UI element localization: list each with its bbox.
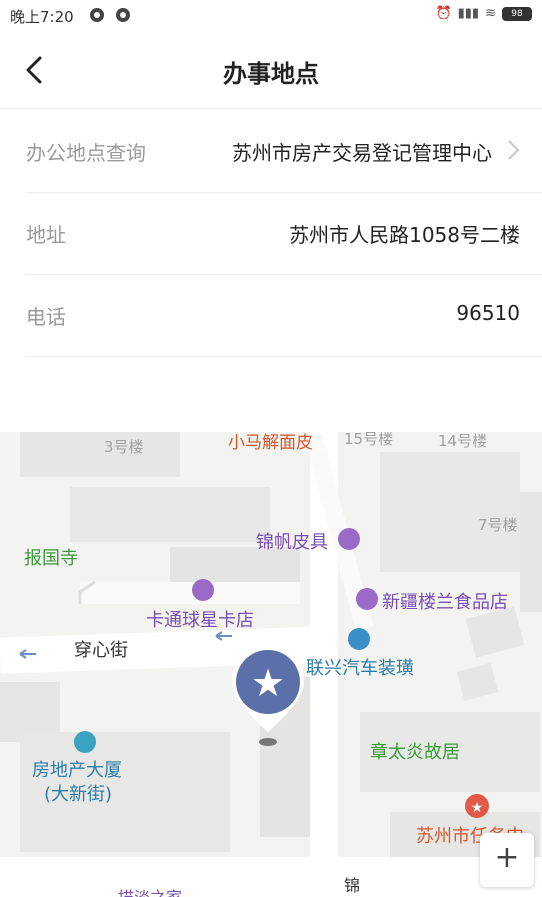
page-title: 办事地点	[223, 60, 319, 88]
map-poi-label[interactable]: 房地产大厦	[32, 756, 122, 782]
office-location-row[interactable]: 办公地点查询 苏州市房产交易登记管理中心	[26, 110, 542, 193]
signal-icon: ▮▮▮	[457, 6, 480, 21]
phone-value: 96510	[456, 301, 520, 325]
phone-row[interactable]: 电话 96510	[26, 274, 542, 357]
chevron-right-icon	[508, 140, 520, 160]
status-time: 晚上7:20	[10, 8, 74, 26]
map-poi-label[interactable]: 描淡之家	[118, 884, 182, 897]
notification-icon	[90, 8, 104, 22]
office-location-label: 办公地点查询	[26, 141, 146, 165]
alarm-icon: ⏰	[435, 6, 452, 21]
svg-text:★: ★	[471, 800, 484, 816]
map-view[interactable]: ★ ★ 3号楼 小马解面皮 15号楼 14号楼 7号楼 报国寺 锦帆皮具 新疆楼…	[0, 432, 542, 897]
map-street-label: 穿心街	[74, 640, 128, 661]
map-poi-label[interactable]: 联兴汽车装璜	[306, 654, 414, 680]
map-poi-label[interactable]: (大新街)	[44, 780, 112, 806]
map-poi-label[interactable]: 小马解面皮	[228, 432, 313, 453]
status-bar: 晚上7:20 ⏰ ▮▮▮ ≋ 98	[0, 0, 542, 32]
map-label: 15号楼	[344, 432, 394, 448]
phone-label: 电话	[26, 305, 66, 329]
address-row: 地址 苏州市人民路1058号二楼	[26, 192, 542, 275]
map-poi-label[interactable]: 章太炎故居	[370, 738, 460, 764]
nav-header: 办事地点	[0, 32, 542, 109]
notification-icon	[116, 8, 130, 22]
zoom-in-button[interactable]: +	[480, 833, 534, 887]
battery-icon: 98	[502, 6, 532, 21]
map-poi-label[interactable]: 新疆楼兰食品店	[382, 588, 508, 614]
wifi-icon: ≋	[485, 6, 496, 21]
map-street-label: 锦	[344, 876, 361, 895]
map-poi-label[interactable]: 锦帆皮具	[256, 528, 328, 554]
map-poi-label[interactable]: 卡通球星卡店	[146, 606, 254, 632]
map-label: 3号楼	[104, 438, 144, 456]
status-indicators: ⏰ ▮▮▮ ≋ 98	[435, 6, 532, 21]
map-label: 14号楼	[438, 432, 488, 450]
address-value: 苏州市人民路1058号二楼	[289, 223, 520, 247]
office-location-value: 苏州市房产交易登记管理中心	[232, 141, 492, 165]
map-label: 7号楼	[478, 516, 518, 534]
map-poi-label[interactable]: 报国寺	[24, 544, 78, 570]
address-label: 地址	[26, 223, 66, 247]
svg-text:★: ★	[251, 661, 285, 705]
